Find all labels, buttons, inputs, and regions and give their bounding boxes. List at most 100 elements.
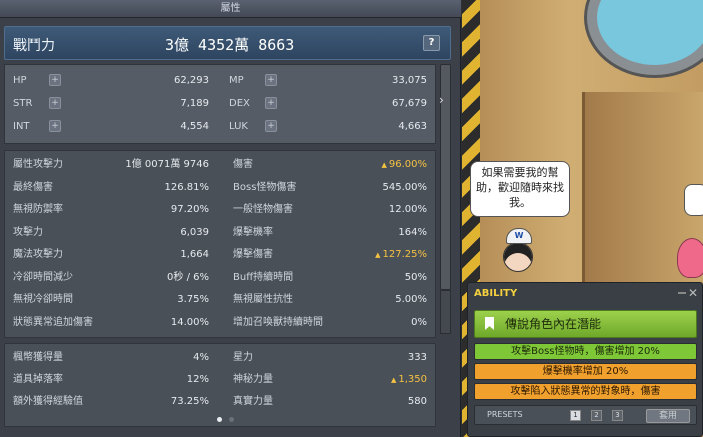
stat-row: 星力 bbox=[233, 348, 253, 368]
window-title[interactable]: 屬性 bbox=[0, 0, 461, 18]
npc2-character[interactable] bbox=[677, 238, 703, 278]
npc-character[interactable]: W bbox=[497, 228, 541, 278]
base-stat-row: LUK + bbox=[229, 117, 277, 137]
stat-label: 最終傷害 bbox=[13, 181, 53, 193]
stat-row: 額外獲得經驗值 bbox=[13, 392, 83, 412]
stat-label: 屬性攻擊力 bbox=[13, 159, 63, 170]
stat-label: Boss怪物傷害 bbox=[233, 181, 297, 193]
stat-value-text: 73.25% bbox=[170, 396, 209, 407]
stat-label: 傷害 bbox=[233, 159, 253, 170]
page-dot[interactable] bbox=[229, 417, 234, 422]
plus-icon[interactable]: + bbox=[49, 120, 61, 132]
base-stat-value: 62,293 bbox=[174, 75, 209, 86]
stat-row: 楓幣獲得量 bbox=[13, 348, 63, 368]
help-icon[interactable]: ? bbox=[423, 35, 440, 51]
stat-value: 164% bbox=[398, 223, 427, 243]
base-stat-row: INT + bbox=[13, 117, 61, 137]
stat-label: 爆擊傷害 bbox=[233, 249, 273, 260]
stat-row: 爆擊傷害 bbox=[233, 245, 273, 265]
stat-row: 道具掉落率 bbox=[13, 370, 63, 390]
stat-label: 星力 bbox=[233, 352, 253, 363]
base-stat-label: DEX bbox=[229, 98, 250, 109]
base-stat-label: MP bbox=[229, 75, 244, 86]
bookmark-icon bbox=[485, 317, 494, 330]
stat-value: ▲ 1,350 bbox=[391, 370, 427, 390]
stat-value: 12.00% bbox=[389, 200, 427, 220]
base-stat-value: 67,679 bbox=[392, 98, 427, 109]
stat-value: 580 bbox=[408, 392, 427, 412]
stat-row: 屬性攻擊力 bbox=[13, 155, 63, 175]
stat-value-text: 0% bbox=[411, 316, 427, 328]
stat-label: 增加召喚獸持續時間 bbox=[233, 316, 323, 328]
plus-icon[interactable]: + bbox=[265, 97, 277, 109]
stat-value: 4% bbox=[193, 348, 209, 368]
stat-row: 狀態異常追加傷害 bbox=[13, 313, 93, 333]
stat-value-text: 1億 0071萬 9746 bbox=[125, 159, 209, 170]
combat-power-label: 戰鬥力 bbox=[13, 38, 55, 54]
combat-power-value: 3億 4352萬 8663 bbox=[165, 36, 295, 54]
stat-label: Buff持續時間 bbox=[233, 271, 294, 283]
stat-row: 魔法攻擊力 bbox=[13, 245, 63, 265]
stat-label: 冷卻時間減少 bbox=[13, 271, 73, 283]
stat-value: 126.81% bbox=[165, 178, 210, 198]
npc-speech-bubble: 如果需要我的幫助，歡迎隨時來找我。 bbox=[470, 161, 570, 217]
preset-button-3[interactable]: 3 bbox=[612, 410, 623, 421]
plus-icon[interactable]: + bbox=[265, 74, 277, 86]
base-stat-row: HP + bbox=[13, 71, 61, 91]
close-icon[interactable]: ✕ bbox=[688, 286, 698, 300]
ability-grade-label: 傳說角色內在潛能 bbox=[505, 317, 602, 331]
stat-row: 攻擊力 bbox=[13, 223, 43, 243]
stat-value-text: 14.00% bbox=[170, 316, 209, 328]
stat-value: 333 bbox=[408, 348, 427, 368]
base-stat-row: STR + bbox=[13, 94, 61, 114]
scrollbar-thumb[interactable] bbox=[440, 290, 451, 334]
base-stat-row: MP + bbox=[229, 71, 277, 91]
stat-value-text: 12% bbox=[186, 374, 209, 385]
base-stat-label: HP bbox=[13, 75, 27, 86]
up-arrow-icon: ▲ bbox=[381, 161, 387, 169]
presets-label: PRESETS bbox=[487, 410, 523, 419]
stat-row: 無視防禦率 bbox=[13, 200, 63, 220]
expand-arrow-icon[interactable]: › bbox=[439, 94, 444, 106]
stat-label: 額外獲得經驗值 bbox=[13, 396, 83, 407]
stat-value: ▲ 96.00% bbox=[381, 155, 427, 175]
stat-value-text: 97.20% bbox=[170, 204, 209, 215]
stat-value-text: 5.00% bbox=[395, 294, 427, 305]
stat-label: 道具掉落率 bbox=[13, 374, 63, 385]
stat-value-text: 1,664 bbox=[180, 249, 209, 260]
apply-button[interactable]: 套用 bbox=[646, 409, 690, 423]
stat-value-text: 580 bbox=[407, 396, 427, 407]
preset-button-2[interactable]: 2 bbox=[591, 410, 602, 421]
stat-row: Buff持續時間 bbox=[233, 268, 293, 288]
plus-icon[interactable]: + bbox=[49, 97, 61, 109]
ability-grade-header: 傳說角色內在潛能 bbox=[474, 310, 697, 338]
presets-bar: PRESETS 套用 123 bbox=[474, 405, 697, 425]
page-dot-active[interactable] bbox=[217, 417, 222, 422]
stat-value-text: 50% bbox=[404, 271, 427, 283]
up-arrow-icon: ▲ bbox=[390, 376, 397, 384]
ability-line: 爆擊機率增加 20% bbox=[474, 363, 697, 380]
stat-label: 狀態異常追加傷害 bbox=[13, 316, 93, 328]
stat-row: Boss怪物傷害 bbox=[233, 178, 296, 198]
stat-value: 5.00% bbox=[395, 290, 427, 310]
plus-icon[interactable]: + bbox=[49, 74, 61, 86]
stat-row: 增加召喚獸持續時間 bbox=[233, 313, 323, 333]
stat-value-text: 12.00% bbox=[388, 204, 427, 215]
base-stat-label: LUK bbox=[229, 121, 248, 132]
stat-row: 神秘力量 bbox=[233, 370, 273, 390]
combat-power-bar: 戰鬥力 3億 4352萬 8663 ? bbox=[4, 26, 451, 60]
plus-icon[interactable]: + bbox=[265, 120, 277, 132]
base-stat-value: 4,554 bbox=[180, 121, 209, 132]
minimize-icon[interactable] bbox=[678, 292, 686, 294]
base-stat-value: 7,189 bbox=[180, 98, 209, 109]
stat-value: ▲ 127.25% bbox=[375, 245, 427, 265]
stat-value-text: 4% bbox=[193, 352, 209, 363]
stat-value: 6,039 bbox=[180, 223, 209, 243]
stat-row: 無視屬性抗性 bbox=[233, 290, 293, 310]
stat-value: 1億 0071萬 9746 bbox=[125, 155, 209, 175]
stat-value: 1,664 bbox=[180, 245, 209, 265]
preset-button-1[interactable]: 1 bbox=[570, 410, 581, 421]
npc2-speech-bubble bbox=[684, 184, 703, 216]
stat-label: 爆擊機率 bbox=[233, 226, 273, 238]
stat-row: 真實力量 bbox=[233, 392, 273, 412]
